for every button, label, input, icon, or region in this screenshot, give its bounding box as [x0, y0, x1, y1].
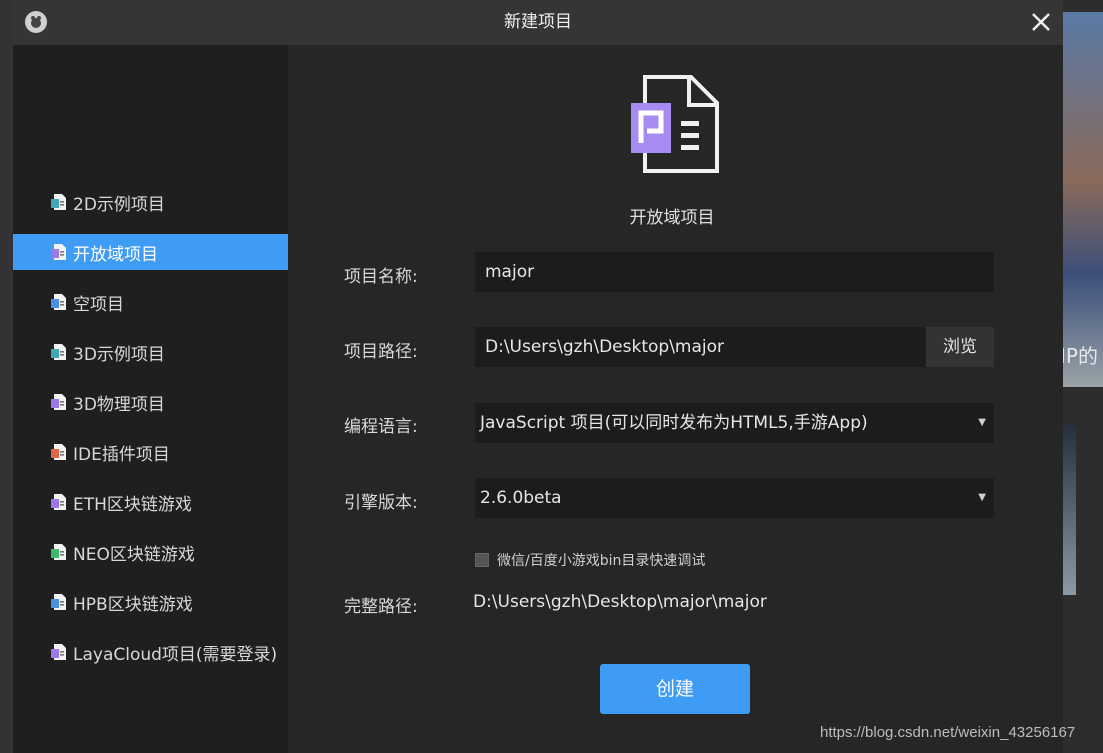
language-label: 编程语言: [344, 417, 418, 437]
full-path-value: D:\Users\gzh\Desktop\major\major [473, 592, 767, 612]
sidebar-item[interactable]: IDE插件项目 [13, 434, 288, 470]
debug-checkbox[interactable] [475, 553, 489, 567]
debug-option-row: 微信/百度小游戏bin目录快速调试 [475, 550, 705, 570]
file-red-icon [51, 444, 66, 460]
sidebar-item[interactable]: 3D物理项目 [13, 384, 288, 420]
close-icon[interactable] [1029, 10, 1053, 34]
sidebar-item[interactable]: 空项目 [13, 284, 288, 320]
background-window-right [1063, 0, 1103, 753]
engine-version-label: 引擎版本: [344, 493, 418, 513]
sidebar-item[interactable]: LayaCloud项目(需要登录) [13, 634, 288, 670]
file-teal-icon [51, 344, 66, 360]
file-teal-icon [51, 194, 66, 210]
file-purple-icon [51, 494, 66, 510]
language-value: JavaScript 项目(可以同时发布为HTML5,手游App) [480, 413, 868, 433]
sidebar-item-label: 3D物理项目 [73, 394, 165, 415]
sidebar-item[interactable]: ETH区块链游戏 [13, 484, 288, 520]
sidebar-item-label: 2D示例项目 [73, 194, 165, 215]
full-path-label: 完整路径: [344, 597, 418, 617]
project-name-label: 项目名称: [344, 267, 418, 287]
file-purple-icon [51, 244, 66, 260]
file-purple-icon [51, 644, 66, 660]
sidebar-item-label: IDE插件项目 [73, 444, 170, 465]
sidebar-item-label: NEO区块链游戏 [73, 544, 195, 565]
sidebar-item-label: LayaCloud项目(需要登录) [73, 644, 278, 665]
sidebar-item[interactable]: 3D示例项目 [13, 334, 288, 370]
sidebar-item[interactable]: NEO区块链游戏 [13, 534, 288, 570]
language-select[interactable]: JavaScript 项目(可以同时发布为HTML5,手游App) ▼ [475, 403, 994, 443]
browse-button[interactable]: 浏览 [926, 327, 994, 367]
project-file-icon [631, 75, 719, 173]
watermark: https://blog.csdn.net/weixin_43256167 [820, 724, 1076, 741]
title-bar: 新建项目 [13, 0, 1063, 45]
create-button[interactable]: 创建 [600, 664, 750, 714]
sidebar-item[interactable]: 开放域项目 [13, 234, 288, 270]
sidebar-item-label: 3D示例项目 [73, 344, 165, 365]
sidebar-item-label: 开放域项目 [73, 244, 158, 265]
dialog-title: 新建项目 [504, 12, 572, 32]
sidebar-item-label: HPB区块链游戏 [73, 594, 193, 615]
project-path-input[interactable] [475, 327, 926, 367]
project-name-input[interactable] [475, 252, 994, 292]
chevron-down-icon: ▼ [978, 417, 986, 428]
project-form: 开放域项目 项目名称: 项目路径: 浏览 编程语言: JavaScript 项目… [288, 45, 1063, 753]
project-path-label: 项目路径: [344, 342, 418, 362]
engine-version-select[interactable]: 2.6.0beta ▼ [475, 478, 994, 518]
file-green-icon [51, 544, 66, 560]
background-game-image [1063, 12, 1103, 387]
project-type-sidebar: 2D示例项目 开放域项目空项目 3D示例项目 3D物理项目 IDE插件项目 ETH区块链游… [13, 45, 306, 753]
sidebar-item-label: 空项目 [73, 294, 124, 315]
file-blue-icon [51, 294, 66, 310]
background-left-strip [0, 0, 13, 753]
sidebar-item-label: ETH区块链游戏 [73, 494, 192, 515]
file-blue-icon [51, 594, 66, 610]
new-project-dialog: 新建项目 2D示例项目 开放域项目 空项目 3D示例项目 3D物理项目 IDE插件项目 ET… [13, 0, 1063, 753]
file-purple-icon [51, 394, 66, 410]
sidebar-item[interactable]: HPB区块链游戏 [13, 584, 288, 620]
sidebar-item[interactable]: 2D示例项目 [13, 184, 288, 220]
selected-project-type: 开放域项目 [629, 208, 715, 228]
background-partial-text: IP的 [1060, 344, 1098, 368]
chevron-down-icon: ▼ [978, 492, 986, 503]
debug-checkbox-label: 微信/百度小游戏bin目录快速调试 [497, 553, 706, 569]
engine-version-value: 2.6.0beta [480, 488, 562, 508]
background-image-2 [1063, 425, 1076, 595]
